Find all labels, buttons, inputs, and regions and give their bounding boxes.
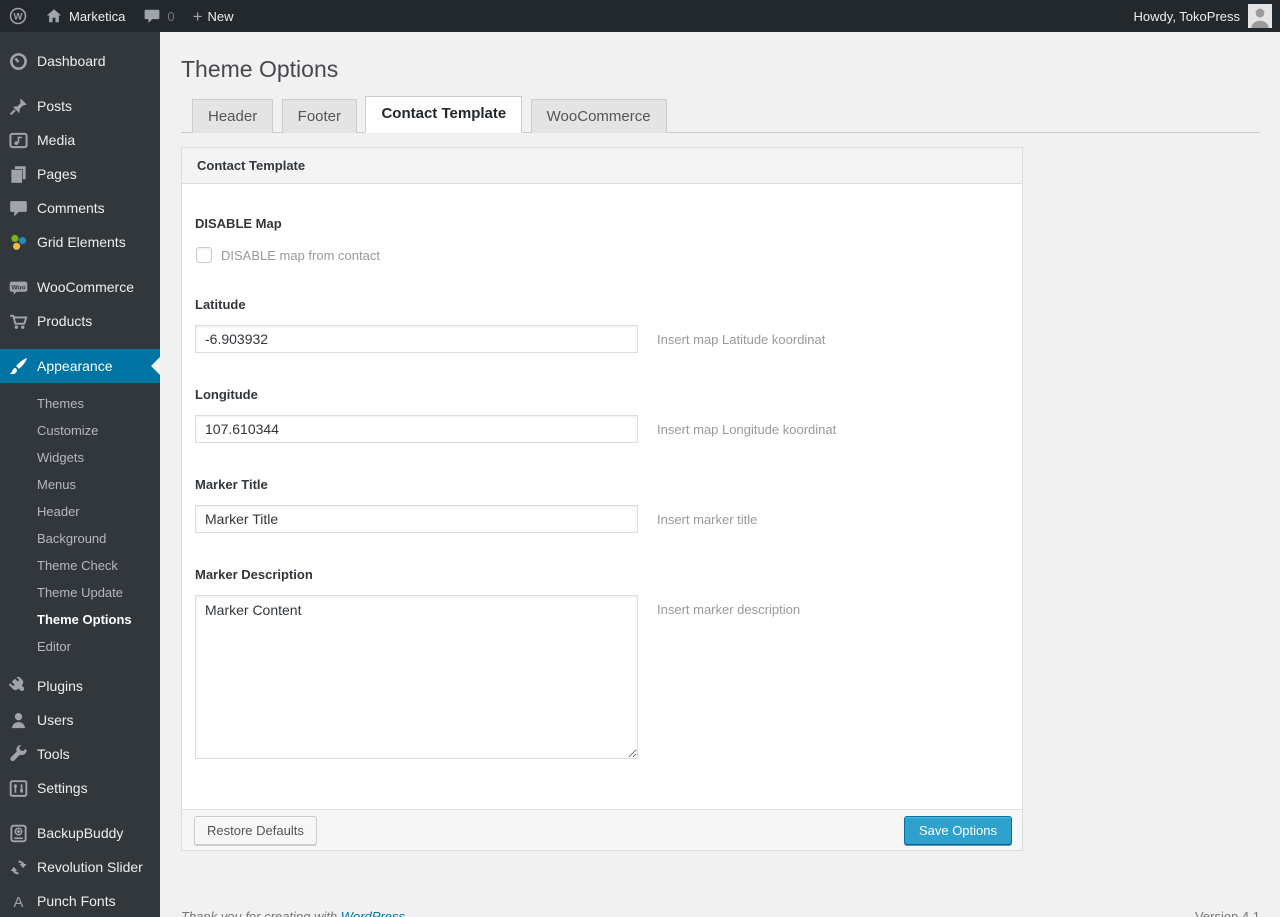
admin-bar: W Marketica 0 + New Howdy, TokoPress xyxy=(0,0,1280,32)
pushpin-icon xyxy=(9,97,28,116)
submenu-customize[interactable]: Customize xyxy=(0,417,160,444)
main-content: Theme Options Header Footer Contact Temp… xyxy=(160,0,1280,917)
media-icon xyxy=(9,131,28,150)
sidebar-item-posts[interactable]: Posts xyxy=(0,89,160,123)
submenu-theme-options[interactable]: Theme Options xyxy=(0,606,160,633)
refresh-arrows-icon xyxy=(9,858,28,877)
home-icon xyxy=(45,7,63,25)
my-account-menu[interactable]: Howdy, TokoPress xyxy=(1125,0,1240,32)
submenu-editor[interactable]: Editor xyxy=(0,633,160,660)
panel-title: Contact Template xyxy=(182,148,1022,184)
sidebar-item-media[interactable]: Media xyxy=(0,123,160,157)
page-footer: Thank you for creating with WordPress. V… xyxy=(181,909,1260,917)
disable-map-checkbox-label: DISABLE map from contact xyxy=(221,247,380,263)
dashboard-icon xyxy=(9,52,28,71)
site-name-link[interactable]: Marketica xyxy=(36,0,134,32)
sidebar-item-backupbuddy[interactable]: BackupBuddy xyxy=(0,816,160,850)
latitude-label: Latitude xyxy=(195,297,246,312)
tab-header[interactable]: Header xyxy=(192,99,274,133)
sidebar-item-settings[interactable]: Settings xyxy=(0,771,160,805)
plus-icon: + xyxy=(192,6,203,26)
sidebar-item-dashboard[interactable]: Dashboard xyxy=(0,44,160,78)
wrench-icon xyxy=(9,744,28,764)
svg-text:Woo: Woo xyxy=(11,284,25,291)
version-label: Version 4.1 xyxy=(1194,909,1260,917)
sidebar-item-punch-fonts[interactable]: A Punch Fonts xyxy=(0,884,160,917)
comments-count: 0 xyxy=(167,8,175,24)
page-title: Theme Options xyxy=(181,56,339,82)
backup-drive-icon xyxy=(9,824,28,843)
footer-thanks: Thank you for creating with WordPress. xyxy=(181,909,409,917)
longitude-label: Longitude xyxy=(195,387,258,402)
submenu-theme-check[interactable]: Theme Check xyxy=(0,552,160,579)
sidebar-item-tools[interactable]: Tools xyxy=(0,737,160,771)
admin-menu: Dashboard Posts Media Pages Comments Gri… xyxy=(0,32,160,917)
plugin-icon xyxy=(9,676,28,696)
latitude-hint: Insert map Latitude koordinat xyxy=(657,332,826,347)
marker-description-label: Marker Description xyxy=(195,567,313,582)
svg-text:W: W xyxy=(14,12,23,23)
new-content-menu[interactable]: + New xyxy=(184,0,243,32)
panel-body: DISABLE Map DISABLE map from contact Lat… xyxy=(182,184,1022,809)
svg-text:A: A xyxy=(14,894,24,910)
wordpress-admin: W Marketica 0 + New Howdy, TokoPress Das… xyxy=(0,0,1280,917)
marker-title-hint: Insert marker title xyxy=(657,512,758,527)
submenu-header[interactable]: Header xyxy=(0,498,160,525)
settings-sliders-icon xyxy=(9,779,28,798)
marker-title-label: Marker Title xyxy=(195,477,268,492)
sidebar-item-revolution-slider[interactable]: Revolution Slider xyxy=(0,850,160,884)
wordpress-logo-icon: W xyxy=(9,7,27,25)
tab-woocommerce[interactable]: WooCommerce xyxy=(530,99,667,133)
sidebar-item-comments[interactable]: Comments xyxy=(0,191,160,225)
wordpress-link[interactable]: WordPress xyxy=(341,909,405,917)
longitude-input[interactable] xyxy=(195,415,638,443)
wp-logo-menu[interactable]: W xyxy=(0,0,36,32)
contact-template-panel: Contact Template DISABLE Map DISABLE map… xyxy=(181,147,1023,851)
latitude-input[interactable] xyxy=(195,325,638,353)
howdy-label: Howdy, TokoPress xyxy=(1133,8,1240,24)
submenu-theme-update[interactable]: Theme Update xyxy=(0,579,160,606)
site-name-label: Marketica xyxy=(69,8,126,24)
sidebar-item-users[interactable]: Users xyxy=(0,703,160,737)
sidebar-item-pages[interactable]: Pages xyxy=(0,157,160,191)
cart-icon xyxy=(9,312,28,331)
comments-icon xyxy=(9,199,28,218)
panel-footer: Restore Defaults Save Options xyxy=(182,809,1022,850)
tab-contact-template[interactable]: Contact Template xyxy=(365,96,523,133)
sidebar-item-woocommerce[interactable]: Woo WooCommerce xyxy=(0,270,160,304)
tab-footer[interactable]: Footer xyxy=(281,99,358,133)
submenu-menus[interactable]: Menus xyxy=(0,471,160,498)
longitude-hint: Insert map Longitude koordinat xyxy=(657,422,837,437)
marker-title-input[interactable] xyxy=(195,505,638,533)
sidebar-item-products[interactable]: Products xyxy=(0,304,160,338)
submenu-background[interactable]: Background xyxy=(0,525,160,552)
restore-defaults-button[interactable]: Restore Defaults xyxy=(194,815,317,845)
sidebar-item-appearance[interactable]: Appearance xyxy=(0,349,160,383)
marker-description-textarea[interactable]: Marker Content xyxy=(195,595,638,759)
letter-a-icon: A xyxy=(9,892,28,911)
grid-elements-icon xyxy=(9,233,28,252)
sidebar-item-plugins[interactable]: Plugins xyxy=(0,669,160,703)
submenu-themes[interactable]: Themes xyxy=(0,390,160,417)
disable-map-checkbox[interactable] xyxy=(196,247,212,263)
sidebar-item-grid-elements[interactable]: Grid Elements xyxy=(0,225,160,259)
comment-bubble-icon xyxy=(143,7,161,25)
current-menu-arrow xyxy=(151,357,160,375)
woocommerce-icon: Woo xyxy=(9,278,28,297)
appearance-brush-icon xyxy=(9,357,28,376)
submenu-widgets[interactable]: Widgets xyxy=(0,444,160,471)
new-label: New xyxy=(207,8,234,24)
user-icon xyxy=(9,711,28,730)
pages-icon xyxy=(9,165,28,184)
marker-description-hint: Insert marker description xyxy=(657,602,801,617)
appearance-submenu: Themes Customize Widgets Menus Header Ba… xyxy=(0,383,160,669)
save-options-button[interactable]: Save Options xyxy=(903,815,1012,845)
comments-bubble[interactable]: 0 xyxy=(134,0,183,32)
nav-tabs: Header Footer Contact Template WooCommer… xyxy=(181,96,1260,133)
avatar xyxy=(1248,4,1272,28)
disable-map-label: DISABLE Map xyxy=(195,216,282,231)
